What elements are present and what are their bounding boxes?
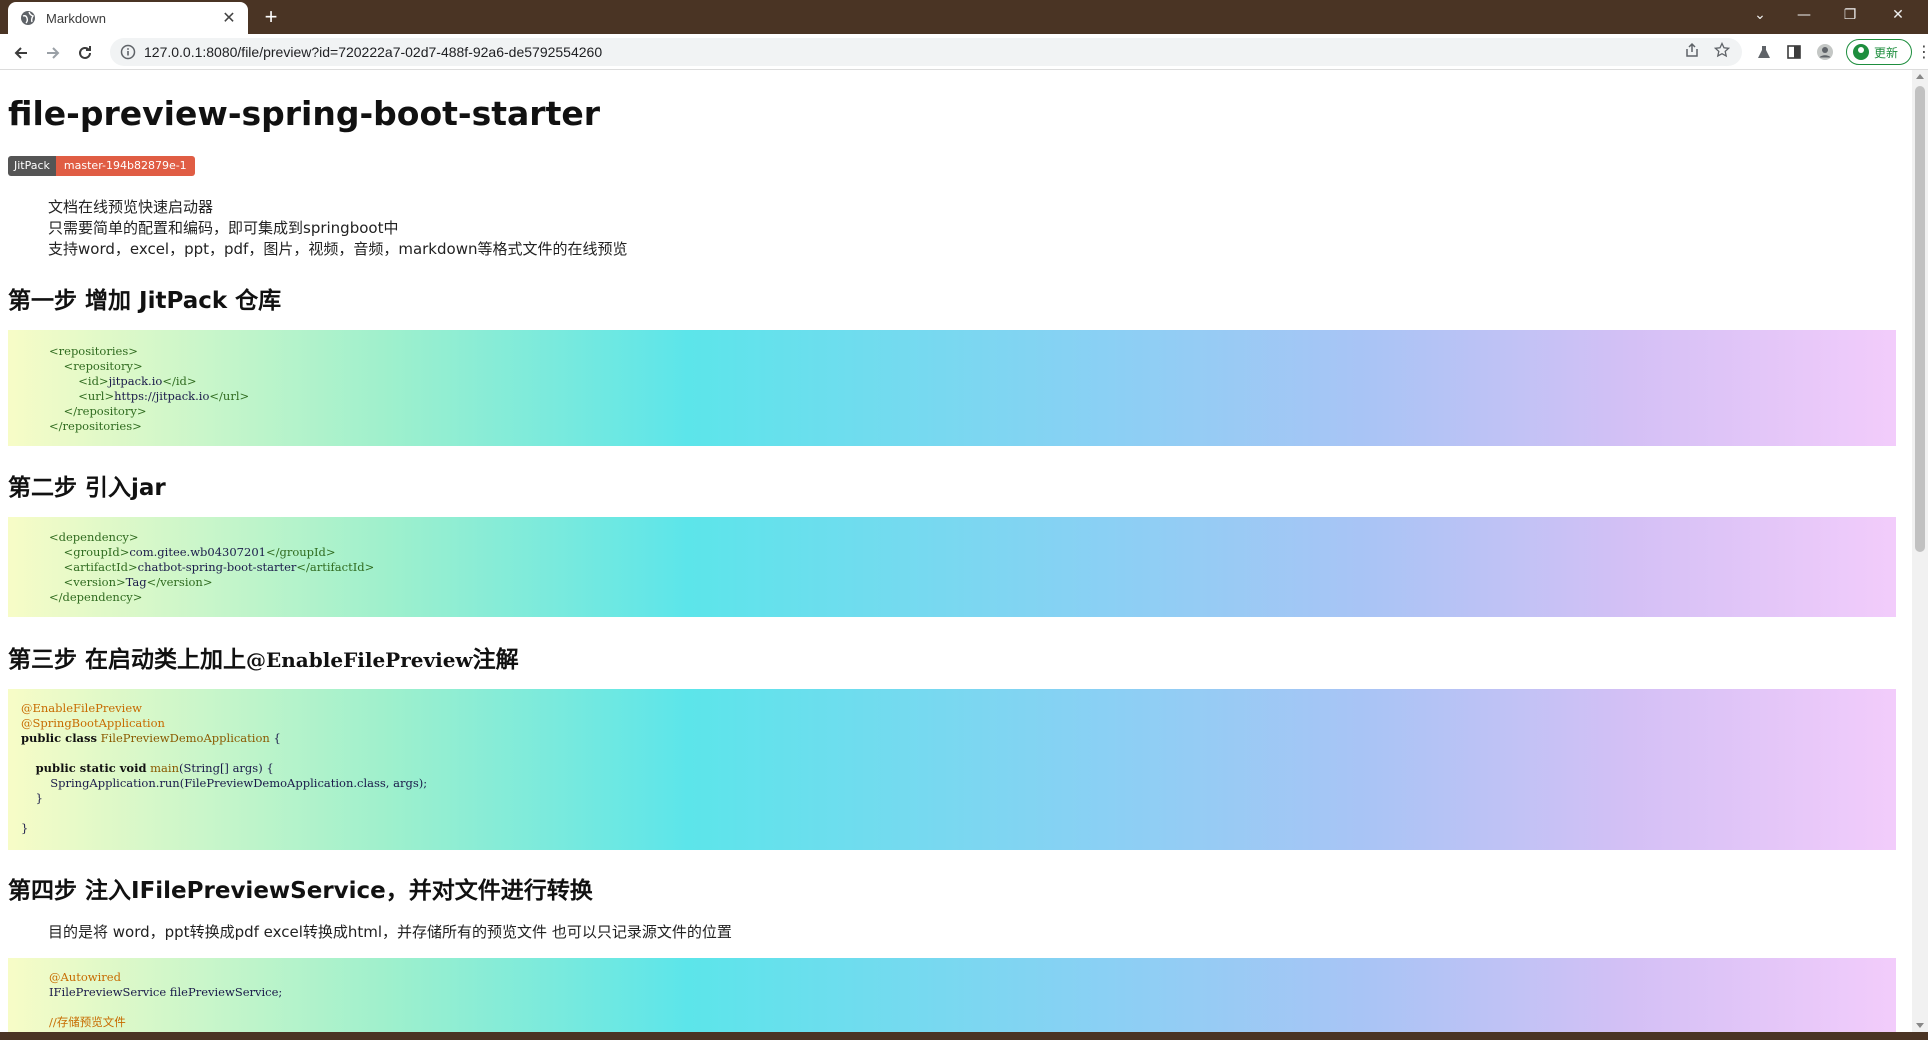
back-button[interactable]: [8, 40, 34, 66]
scroll-down-icon[interactable]: [1916, 1023, 1924, 1028]
step3-heading-suffix: 注解: [472, 647, 519, 673]
step4-code-block: @Autowired IFilePreviewService filePrevi…: [8, 958, 1896, 1032]
intro-line: 文档在线预览快速启动器: [48, 198, 214, 216]
step2-heading: 第二步 引入jar: [8, 475, 166, 501]
bookmark-star-icon[interactable]: [1712, 40, 1732, 60]
globe-icon: [20, 10, 36, 26]
new-tab-button[interactable]: +: [258, 5, 284, 31]
url-text: 127.0.0.1:8080/file/preview?id=720222a7-…: [144, 44, 603, 60]
scrollbar-thumb[interactable]: [1915, 86, 1925, 552]
minimize-button[interactable]: —: [1786, 4, 1822, 26]
page-title: file-preview-spring-boot-starter: [8, 94, 601, 133]
forward-arrow-icon: [47, 47, 60, 59]
step3-heading-prefix: 第三步 在启动类上加上: [8, 647, 247, 673]
badge-right: master-194b82879e-1: [55, 156, 195, 176]
jitpack-badge[interactable]: JitPack master-194b82879e-1: [8, 156, 195, 176]
side-panel-icon[interactable]: [1784, 42, 1804, 62]
scroll-up-icon[interactable]: [1916, 74, 1924, 79]
tab-search-icon[interactable]: ⌄: [1742, 4, 1778, 26]
page-viewport: file-preview-spring-boot-starter JitPack…: [0, 70, 1928, 1032]
reload-button[interactable]: [72, 40, 98, 66]
step1-code-block: <repositories> <repository> <id>jitpack.…: [8, 330, 1896, 446]
vertical-scrollbar[interactable]: [1912, 70, 1928, 1032]
step4-description: 目的是将 word，ppt转换成pdf excel转换成html，并存储所有的预…: [48, 923, 732, 941]
step3-code-block: @EnableFilePreview @SpringBootApplicatio…: [8, 689, 1896, 850]
forward-button[interactable]: [40, 40, 66, 66]
site-info-icon[interactable]: [120, 44, 136, 60]
step1-heading: 第一步 增加 JitPack 仓库: [8, 288, 282, 314]
tab-strip: Markdown ✕ + ⌄ — ❐ ✕: [0, 0, 1928, 34]
tab-title: Markdown: [46, 10, 106, 26]
step3-heading: 第三步 在启动类上加上@EnableFilePreview注解: [8, 640, 519, 674]
tab-close-icon[interactable]: ✕: [220, 9, 238, 27]
badge-left: JitPack: [8, 156, 56, 176]
more-menu-icon[interactable]: ⋮: [1916, 42, 1928, 62]
intro-blockquote: 文档在线预览快速启动器 只需要简单的配置和编码，即可集成到springboot中…: [48, 197, 627, 260]
step2-code-block: <dependency> <groupId>com.gitee.wb043072…: [8, 517, 1896, 617]
step4-heading: 第四步 注入IFilePreviewService，并对文件进行转换: [8, 878, 593, 904]
update-icon: [1853, 44, 1869, 60]
taskbar-edge: [0, 1032, 1928, 1040]
active-tab[interactable]: Markdown ✕: [8, 2, 248, 34]
share-icon[interactable]: [1682, 40, 1702, 60]
back-arrow-icon: [14, 47, 27, 59]
step3-heading-code: @EnableFilePreview: [246, 648, 473, 672]
browser-toolbar: 127.0.0.1:8080/file/preview?id=720222a7-…: [0, 34, 1928, 70]
intro-line: 支持word，excel，ppt，pdf，图片，视频，音频，markdown等格…: [48, 240, 628, 258]
intro-line: 只需要简单的配置和编码，即可集成到springboot中: [48, 219, 399, 237]
labs-flask-icon[interactable]: [1754, 42, 1774, 62]
close-window-button[interactable]: ✕: [1880, 4, 1916, 26]
update-label: 更新: [1874, 45, 1899, 60]
address-bar[interactable]: 127.0.0.1:8080/file/preview?id=720222a7-…: [110, 38, 1742, 66]
profile-avatar-icon[interactable]: [1815, 42, 1835, 62]
restore-button[interactable]: ❐: [1832, 4, 1868, 26]
reload-icon: [79, 46, 91, 59]
update-button[interactable]: 更新: [1846, 39, 1912, 65]
